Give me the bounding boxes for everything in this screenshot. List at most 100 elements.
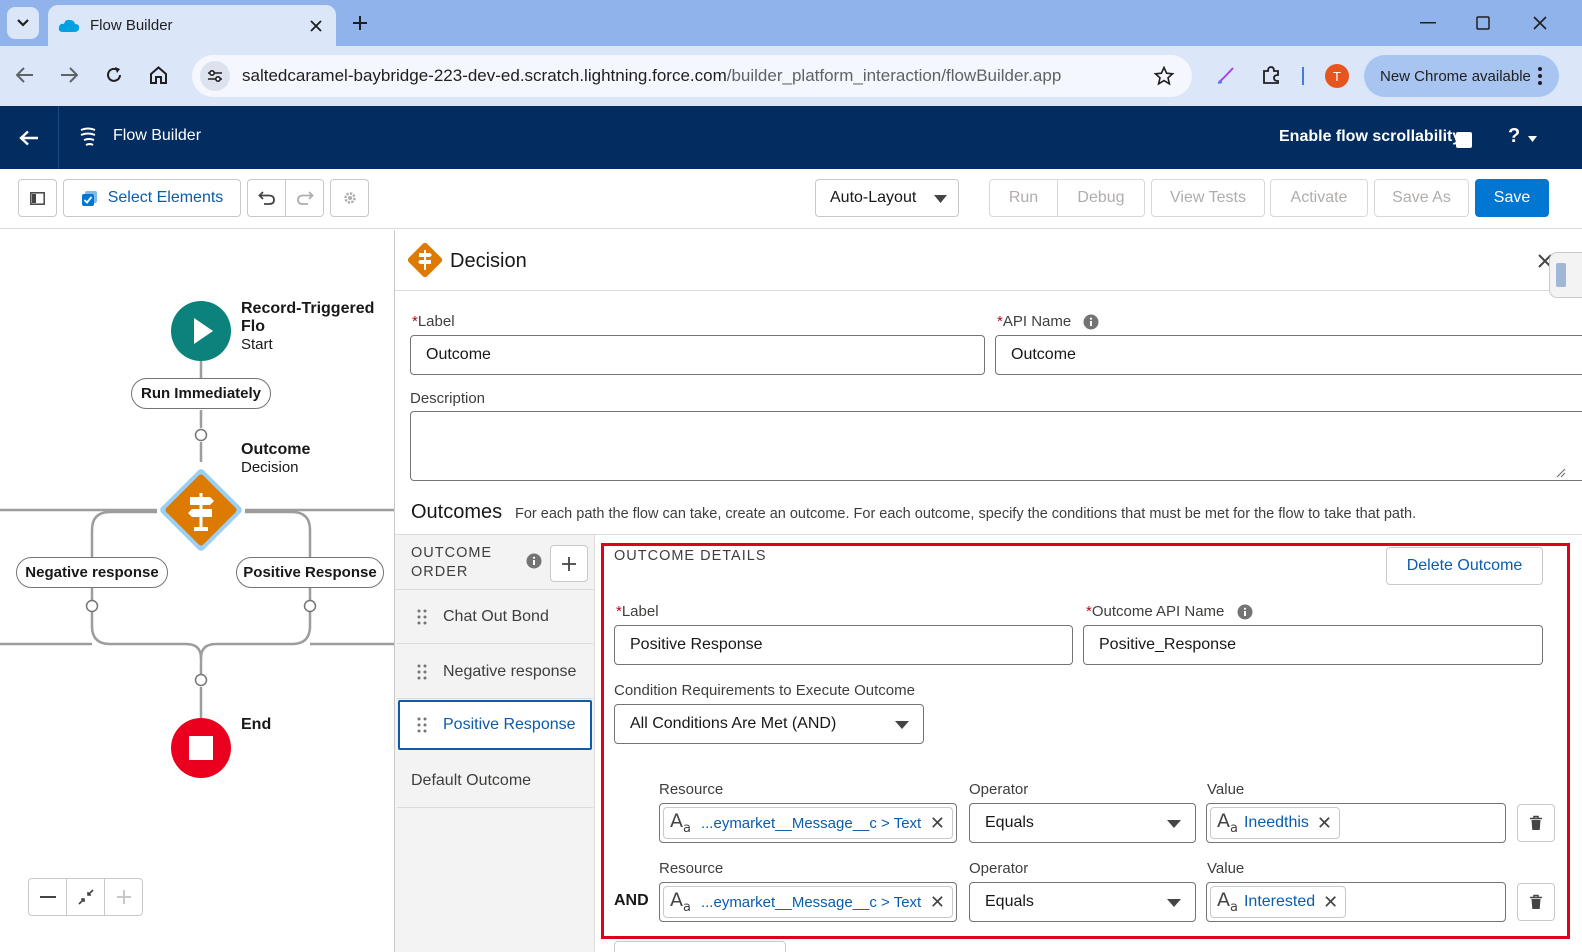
flow-builder-toolbar: Select Elements Auto-Layout Run Debug Vi…	[0, 169, 1582, 229]
site-info-icon[interactable]	[200, 61, 230, 91]
outcome-order-item-negative-response[interactable]: Negative response	[397, 645, 593, 699]
remove-pill-icon[interactable]: ✕	[1323, 892, 1338, 913]
remove-pill-icon[interactable]: ✕	[1317, 813, 1332, 834]
value-input[interactable]: Aa Interested ✕	[1206, 882, 1506, 922]
kebab-menu-icon[interactable]	[1538, 67, 1542, 85]
operator-select[interactable]: Equals	[969, 882, 1196, 922]
close-tab-icon[interactable]	[310, 19, 322, 32]
resource-input[interactable]: Aa ...eymarket__Message__c > Text ✕	[659, 882, 957, 922]
info-icon[interactable]	[1083, 314, 1099, 330]
outcome-api-name-field-label: *Outcome API Name	[1086, 603, 1225, 620]
description-label: Description	[410, 390, 486, 407]
zoom-in-button[interactable]	[104, 878, 143, 916]
outcomes-heading: Outcomes	[411, 501, 503, 523]
layout-select[interactable]: Auto-Layout	[815, 179, 959, 217]
branch-positive-response[interactable]: Positive Response	[236, 557, 384, 588]
resize-handle-icon[interactable]	[1556, 468, 1566, 478]
resource-pill[interactable]: Aa ...eymarket__Message__c > Text ✕	[663, 807, 953, 839]
flow-canvas[interactable]: Record-Triggered Flo Start Run Immediate…	[0, 230, 394, 952]
info-icon[interactable]	[526, 553, 542, 569]
fit-view-button[interactable]	[66, 878, 105, 916]
panel-icon	[30, 191, 45, 205]
api-name-input[interactable]: Outcome	[995, 335, 1582, 375]
minimize-icon[interactable]	[1420, 22, 1436, 24]
undo-button[interactable]	[247, 179, 286, 217]
plus-icon	[562, 556, 576, 571]
flow-icon	[80, 127, 96, 146]
end-node-title: End	[241, 716, 272, 733]
help-icon[interactable]: ?	[1508, 125, 1520, 148]
redo-button[interactable]	[285, 179, 324, 217]
end-node-stop-icon[interactable]	[171, 718, 231, 778]
new-tab-icon[interactable]	[352, 15, 368, 31]
new-chrome-available-button[interactable]: New Chrome available	[1364, 55, 1559, 97]
tab-title: Flow Builder	[90, 17, 173, 34]
label-field-label: *Label	[412, 313, 455, 330]
condition-requirements-select[interactable]: All Conditions Are Met (AND)	[614, 704, 924, 744]
profile-avatar[interactable]: T	[1325, 64, 1349, 88]
start-node-title: Record-Triggered Flo	[241, 300, 375, 335]
outcomes-help-text: For each path the flow can take, create …	[515, 506, 1417, 522]
select-elements-button[interactable]: Select Elements	[63, 179, 241, 217]
branch-negative-response[interactable]: Negative response	[16, 557, 168, 588]
extensions-puzzle-icon[interactable]	[1261, 65, 1281, 85]
bookmark-star-icon[interactable]	[1154, 66, 1174, 86]
resource-label: Resource	[659, 860, 724, 877]
and-prefix: AND	[614, 892, 649, 909]
pen-extension-icon[interactable]	[1216, 65, 1236, 85]
decision-node-icon[interactable]	[154, 463, 248, 557]
run-button[interactable]: Run	[989, 179, 1058, 217]
home-icon[interactable]	[149, 66, 168, 84]
outcome-label-input[interactable]: Positive Response	[614, 625, 1073, 665]
debug-button[interactable]: Debug	[1057, 179, 1145, 217]
toggle-panel-button[interactable]	[18, 179, 57, 217]
activate-button[interactable]: Activate	[1270, 179, 1368, 217]
outcome-order-heading: OUTCOME ORDER	[411, 545, 493, 580]
outcome-order-item-positive-response[interactable]: Positive Response	[398, 700, 592, 750]
remove-pill-icon[interactable]: ✕	[930, 892, 945, 913]
resource-pill[interactable]: Aa ...eymarket__Message__c > Text ✕	[663, 886, 953, 918]
back-arrow-icon[interactable]	[19, 130, 39, 146]
delete-condition-button[interactable]	[1517, 804, 1555, 842]
drag-handle-icon[interactable]	[417, 717, 427, 733]
delete-outcome-button[interactable]: Delete Outcome	[1386, 547, 1543, 585]
gear-icon	[343, 192, 356, 204]
run-immediately-pill[interactable]: Run Immediately	[131, 378, 271, 409]
view-tests-button[interactable]: View Tests	[1151, 179, 1265, 217]
maximize-icon[interactable]	[1476, 16, 1490, 30]
zoom-out-button[interactable]	[28, 878, 67, 916]
info-icon[interactable]	[1237, 604, 1253, 620]
back-arrow-icon[interactable]	[16, 67, 34, 83]
drag-handle-icon[interactable]	[417, 664, 427, 680]
add-outcome-button[interactable]	[550, 545, 588, 582]
side-tab-handle[interactable]	[1549, 252, 1582, 298]
tab-search-button[interactable]	[7, 7, 39, 39]
flow-builder-header: Flow Builder Enable flow scrollability ?	[0, 106, 1582, 169]
label-input[interactable]: Outcome	[410, 335, 985, 375]
outcome-api-name-input[interactable]: Positive_Response	[1083, 625, 1543, 665]
add-condition-button-edge[interactable]	[614, 941, 786, 952]
settings-button[interactable]	[330, 179, 369, 217]
minus-icon	[39, 896, 56, 898]
forward-arrow-icon[interactable]	[60, 67, 78, 83]
outcome-order-item-chat-out-bond[interactable]: Chat Out Bond	[397, 590, 593, 644]
reload-icon[interactable]	[105, 66, 123, 84]
enable-scrollability-checkbox[interactable]	[1456, 132, 1472, 148]
close-window-icon[interactable]	[1533, 16, 1547, 30]
start-node-play-icon[interactable]	[171, 301, 231, 361]
address-bar[interactable]: saltedcaramel-baybridge-223-dev-ed.scrat…	[192, 55, 1192, 97]
operator-select[interactable]: Equals	[969, 803, 1196, 843]
value-pill[interactable]: Aa Interested ✕	[1210, 886, 1347, 918]
help-menu-chevron-icon[interactable]	[1528, 136, 1537, 142]
delete-condition-button[interactable]	[1517, 883, 1555, 921]
save-button[interactable]: Save	[1475, 179, 1549, 217]
browser-tab[interactable]: Flow Builder	[48, 5, 336, 46]
resource-input[interactable]: Aa ...eymarket__Message__c > Text ✕	[659, 803, 957, 843]
remove-pill-icon[interactable]: ✕	[930, 813, 945, 834]
save-as-button[interactable]: Save As	[1374, 179, 1469, 217]
drag-handle-icon[interactable]	[417, 609, 427, 625]
description-textarea[interactable]	[410, 411, 1582, 481]
outcome-order-item-default-outcome[interactable]: Default Outcome	[397, 754, 593, 808]
value-input[interactable]: Aa Ineedthis ✕	[1206, 803, 1506, 843]
value-pill[interactable]: Aa Ineedthis ✕	[1210, 807, 1340, 839]
